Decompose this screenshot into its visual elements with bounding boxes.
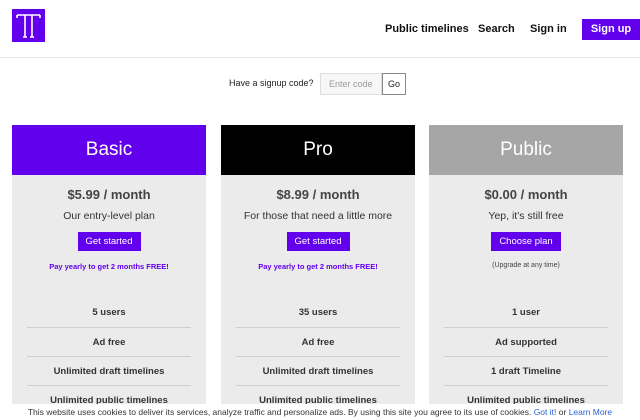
get-started-button[interactable]: Get started [286, 232, 350, 251]
plan-price: $8.99 / month [276, 187, 360, 202]
plan-tagline: Yep, it's still free [488, 210, 564, 222]
nav-public-timelines-link[interactable]: Public timelines [385, 23, 469, 35]
plan-tagline: For those that need a little more [243, 210, 393, 222]
nav-sign-in-link[interactable]: Sign in [530, 23, 567, 35]
feature-item: Ad free [27, 327, 191, 356]
cookie-learn-more-link[interactable]: Learn More [569, 407, 612, 417]
plan-card-public: Public $0.00 / month Yep, it's still fre… [429, 125, 623, 420]
top-header: Public timelines Search Sign in Sign up [0, 0, 640, 58]
yearly-promo-text: Pay yearly to get 2 months FREE! [258, 262, 378, 271]
feature-list: 5 users Ad free Unlimited draft timeline… [12, 298, 206, 414]
tt-logo-icon[interactable] [12, 9, 45, 42]
plan-title: Basic [12, 125, 206, 175]
nav-search-link[interactable]: Search [478, 23, 515, 35]
plan-card-pro: Pro $8.99 / month For those that need a … [221, 125, 415, 420]
yearly-promo-text: Pay yearly to get 2 months FREE! [49, 262, 169, 271]
plan-price: $5.99 / month [67, 187, 151, 202]
signup-code-row: Have a signup code? Enter code Go [0, 73, 640, 95]
signup-code-input[interactable]: Enter code [320, 73, 382, 95]
plan-tagline: Our entry-level plan [63, 210, 155, 222]
cookie-text: This website uses cookies to deliver its… [27, 407, 532, 417]
feature-item: 1 draft Timeline [444, 356, 608, 385]
cookie-or-text: or [558, 407, 567, 417]
feature-item: Ad free [236, 327, 400, 356]
plan-price: $0.00 / month [484, 187, 568, 202]
feature-item: Ad supported [444, 327, 608, 356]
signup-code-go-button[interactable]: Go [382, 73, 406, 95]
plan-card-basic: Basic $5.99 / month Our entry-level plan… [12, 125, 206, 420]
feature-item: 1 user [512, 307, 540, 318]
feature-item: Unlimited draft timelines [27, 356, 191, 385]
feature-item: Unlimited draft timelines [236, 356, 400, 385]
cookie-banner: This website uses cookies to deliver its… [0, 404, 640, 420]
cookie-got-it-link[interactable]: Got it! [534, 407, 557, 417]
plan-title: Public [429, 125, 623, 175]
feature-list: 1 user Ad supported 1 draft Timeline Unl… [429, 298, 623, 414]
feature-list: 35 users Ad free Unlimited draft timelin… [221, 298, 415, 414]
feature-item: 35 users [298, 307, 338, 318]
get-started-button[interactable]: Get started [77, 232, 141, 251]
sign-up-button[interactable]: Sign up [582, 19, 640, 40]
signup-code-label: Have a signup code? [229, 78, 314, 88]
plan-title: Pro [221, 125, 415, 175]
feature-item: 5 users [92, 307, 126, 318]
choose-plan-button[interactable]: Choose plan [491, 232, 561, 251]
upgrade-note: (Upgrade at any time) [492, 262, 560, 269]
